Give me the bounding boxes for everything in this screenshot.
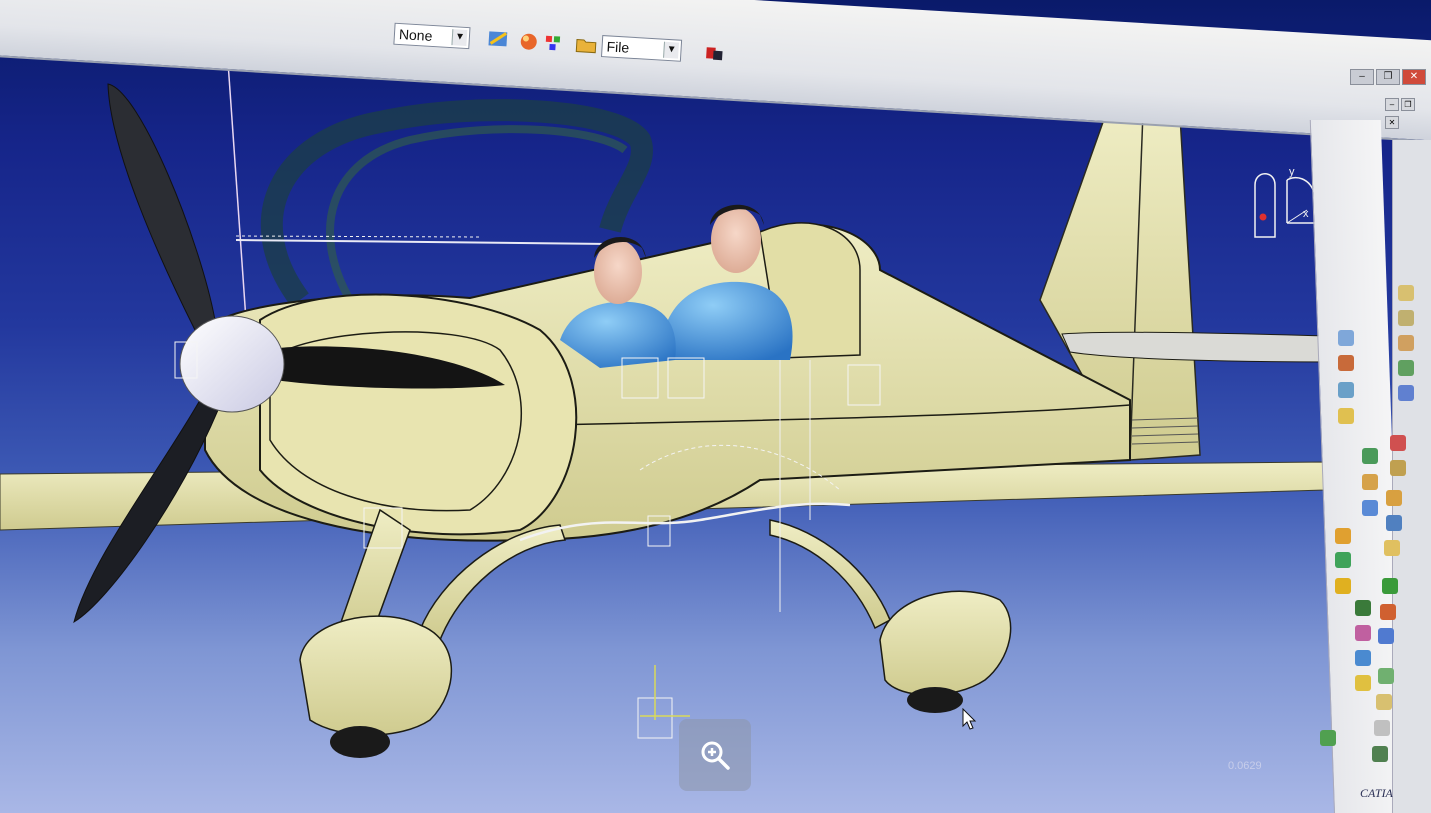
minimize-button[interactable]: – <box>1350 69 1374 85</box>
rib-icon[interactable] <box>1386 490 1402 506</box>
part-design-icon[interactable] <box>1338 330 1354 346</box>
shell-icon[interactable] <box>1355 600 1371 616</box>
analysis-icon[interactable] <box>1374 720 1390 736</box>
hole-icon[interactable] <box>1362 448 1378 464</box>
color-palette-icon[interactable] <box>541 31 568 55</box>
file-combo[interactable]: File ▼ <box>600 35 683 62</box>
point-icon[interactable] <box>1398 310 1414 326</box>
boolean-icon[interactable] <box>1398 385 1414 401</box>
zoom-in-icon <box>701 741 730 770</box>
workbench-toolbar-secondary <box>1392 140 1431 813</box>
sketch-icon[interactable] <box>485 28 512 52</box>
slot-icon[interactable] <box>1386 515 1402 531</box>
thread-icon[interactable] <box>1376 694 1392 710</box>
filter-combo-value: None <box>398 26 433 44</box>
material-sphere-icon[interactable] <box>515 30 542 54</box>
draft-icon[interactable] <box>1335 578 1351 594</box>
apply-material-icon[interactable] <box>1372 746 1388 762</box>
chamfer-icon[interactable] <box>1335 552 1351 568</box>
restore-button[interactable]: ❐ <box>1376 69 1400 85</box>
left-wheel-pant <box>299 615 452 758</box>
axis-x-label: x <box>1303 208 1309 220</box>
file-combo-value: File <box>606 38 630 56</box>
line-icon[interactable] <box>1398 335 1414 351</box>
pattern-icon[interactable] <box>1355 675 1371 691</box>
propeller-spinner <box>179 315 285 413</box>
measure-icon[interactable] <box>1320 730 1336 746</box>
sketcher-icon[interactable] <box>1338 408 1354 424</box>
scale-readout: 0.0629 <box>1228 760 1262 772</box>
chevron-down-icon: ▼ <box>663 41 679 59</box>
catia-logo: CATIA <box>1360 786 1393 800</box>
catalog-icon[interactable] <box>701 41 728 65</box>
pad-icon[interactable] <box>1338 355 1354 371</box>
filter-combo[interactable]: None ▼ <box>393 22 471 50</box>
groove-icon[interactable] <box>1362 500 1378 516</box>
doc-minimize-button[interactable]: – <box>1385 98 1399 111</box>
axis-y-label: y <box>1289 166 1295 178</box>
doc-close-button[interactable]: ✕ <box>1385 116 1399 129</box>
open-folder-icon[interactable] <box>573 33 600 57</box>
split-body-icon[interactable] <box>1390 460 1406 476</box>
zoom-button[interactable] <box>679 719 751 791</box>
axis-system-icon[interactable] <box>1398 360 1414 376</box>
mirror-icon[interactable] <box>1355 650 1371 666</box>
engine-cowling <box>259 293 578 536</box>
split-icon[interactable] <box>1390 435 1406 451</box>
remove-face-icon[interactable] <box>1378 628 1394 644</box>
chevron-down-icon: ▼ <box>451 29 468 47</box>
catia-window: y x z None ▼ File ▼ –❐✕ –❐✕ <box>0 0 1431 813</box>
loft-icon[interactable] <box>1384 540 1400 556</box>
document-window-controls: – ❐✕ <box>1385 94 1431 129</box>
thickness-icon[interactable] <box>1355 625 1371 641</box>
fillet-icon[interactable] <box>1335 528 1351 544</box>
mouse-pointer-icon <box>962 708 977 730</box>
replace-face-icon[interactable] <box>1378 668 1394 684</box>
right-wheel-pant <box>879 590 1012 713</box>
plane-icon[interactable] <box>1398 285 1414 301</box>
solid-combine-icon[interactable] <box>1380 604 1396 620</box>
shaft-icon[interactable] <box>1362 474 1378 490</box>
stiffener-icon[interactable] <box>1382 578 1398 594</box>
window-controls: – ❐ ✕ <box>1350 66 1430 85</box>
close-button[interactable]: ✕ <box>1402 69 1426 85</box>
doc-restore-button[interactable]: ❐ <box>1401 98 1415 111</box>
pocket-icon[interactable] <box>1338 382 1354 398</box>
